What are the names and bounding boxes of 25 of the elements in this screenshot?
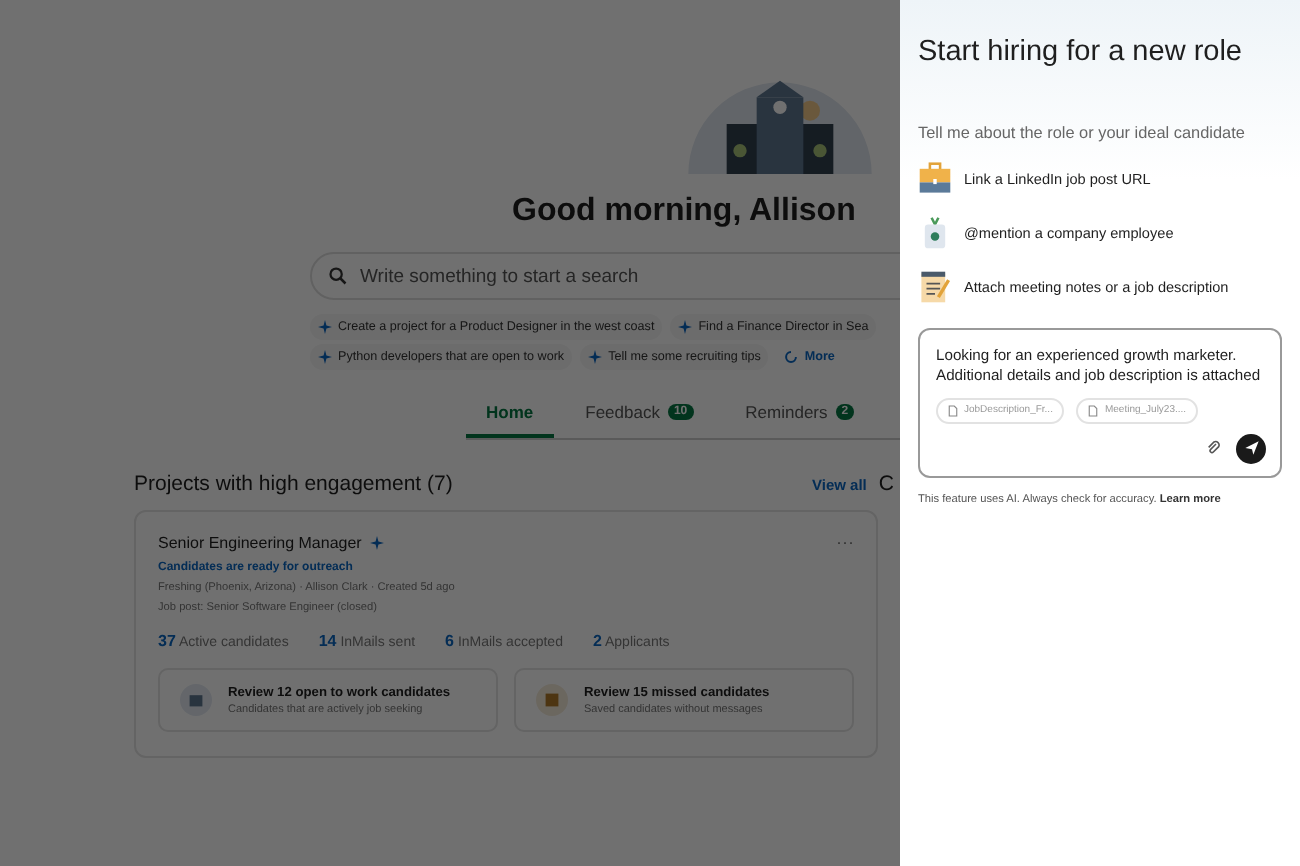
panel-prompt: Tell me about the role or your ideal candidate xyxy=(918,124,1247,142)
paperclip-icon[interactable] xyxy=(1206,440,1222,457)
sparkle-icon xyxy=(318,350,332,364)
panel-title: Start hiring for a new role xyxy=(918,36,1244,68)
search-icon xyxy=(328,266,348,286)
send-icon xyxy=(1243,440,1259,457)
notepad-icon xyxy=(918,270,952,304)
briefcase-icon xyxy=(918,162,952,196)
more-options-button[interactable]: ··· xyxy=(836,532,854,552)
folder-icon xyxy=(536,684,568,716)
sparkle-icon xyxy=(588,350,603,364)
refresh-icon xyxy=(784,350,799,364)
search-field[interactable]: Write something to start a search xyxy=(310,252,900,300)
sparkle-icon xyxy=(678,320,693,334)
file-icon xyxy=(1088,403,1099,418)
tab[interactable]: Home xyxy=(466,390,554,438)
greeting-heading: Good morning, Allison xyxy=(512,194,858,230)
send-button[interactable] xyxy=(1236,433,1266,464)
sparkle-icon xyxy=(369,535,384,549)
section-title: Projects with high engagement (7) xyxy=(134,472,453,496)
sparkle-icon xyxy=(318,320,332,334)
section-title: C xyxy=(878,472,894,496)
file-icon xyxy=(948,403,958,418)
building-icon xyxy=(180,684,212,716)
project-title: Senior Engineering Manager xyxy=(158,533,362,551)
